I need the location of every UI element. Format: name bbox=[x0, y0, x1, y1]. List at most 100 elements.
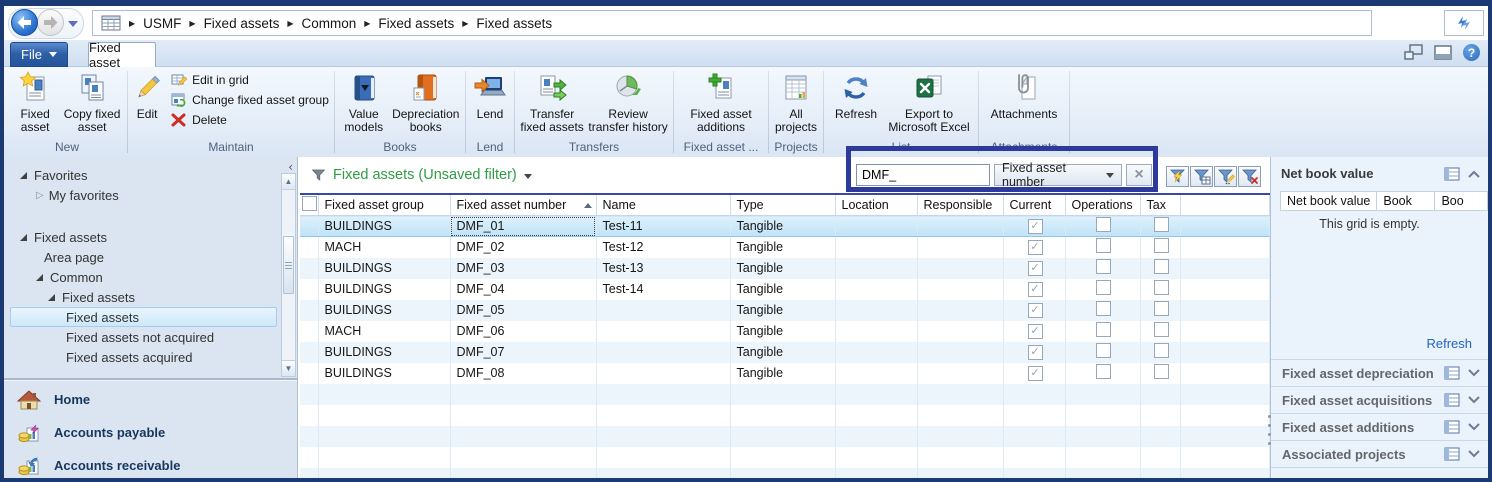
checkbox-tax[interactable] bbox=[1154, 301, 1169, 316]
cell-fixed-asset-group[interactable]: MACH bbox=[318, 237, 450, 258]
cell-filler[interactable] bbox=[1180, 258, 1270, 279]
expanded-twirl-icon[interactable] bbox=[48, 294, 55, 301]
cell-checkbox-tax[interactable] bbox=[1140, 216, 1180, 237]
cell-type[interactable]: Tangible bbox=[730, 216, 835, 237]
expand-chevron-icon[interactable] bbox=[1468, 369, 1480, 377]
cell-responsible[interactable] bbox=[917, 342, 1003, 363]
change-fixed-asset-group-button[interactable]: Change fixed asset group bbox=[166, 90, 334, 110]
open-in-new-workspace-icon[interactable] bbox=[1404, 44, 1423, 61]
scrollbar-thumb[interactable] bbox=[283, 236, 294, 294]
export-to-excel-button[interactable]: Export to Microsoft Excel bbox=[884, 69, 974, 134]
copy-fixed-asset-button[interactable]: Copy fixed asset bbox=[60, 69, 124, 134]
edit-button[interactable]: Edit bbox=[128, 69, 166, 121]
cell-checkbox-current[interactable]: ✓ bbox=[1003, 321, 1065, 342]
col-header-operations[interactable]: Operations bbox=[1065, 195, 1140, 216]
delete-button[interactable]: Delete bbox=[166, 110, 334, 130]
edit-in-grid-button[interactable]: Edit in grid bbox=[166, 70, 334, 90]
navpane-scrollbar[interactable]: ▲ ▼ bbox=[281, 173, 296, 377]
title-dropdown-caret-icon[interactable] bbox=[524, 174, 532, 179]
cell-fixed-asset-number[interactable]: DMF_03 bbox=[450, 258, 596, 279]
cell-fixed-asset-number[interactable]: DMF_06 bbox=[450, 321, 596, 342]
crumb-folder[interactable]: Fixed assets bbox=[378, 16, 454, 31]
cell-fixed-asset-group[interactable]: BUILDINGS bbox=[318, 300, 450, 321]
cell-checkbox-operations[interactable] bbox=[1065, 279, 1140, 300]
cell-fixed-asset-number[interactable]: DMF_04 bbox=[450, 279, 596, 300]
cell-row-selector[interactable] bbox=[300, 258, 318, 279]
cell-responsible[interactable] bbox=[917, 321, 1003, 342]
cell-filler[interactable] bbox=[1180, 321, 1270, 342]
checkbox-operations[interactable] bbox=[1096, 217, 1111, 232]
cell-checkbox-current[interactable]: ✓ bbox=[1003, 279, 1065, 300]
scroll-down-icon[interactable]: ▼ bbox=[282, 360, 295, 376]
collapse-navpane-icon[interactable]: ‹ bbox=[288, 160, 293, 174]
cell-name[interactable]: Test-13 bbox=[596, 258, 730, 279]
cell-location[interactable] bbox=[835, 237, 917, 258]
tree-item-fixed-assets-not-acquired[interactable]: Fixed assets not acquired bbox=[4, 327, 279, 347]
col-header-name[interactable]: Name bbox=[596, 195, 730, 216]
refresh-page-button[interactable] bbox=[1444, 10, 1484, 36]
col-header-tax[interactable]: Tax bbox=[1140, 195, 1180, 216]
cell-fixed-asset-group[interactable]: BUILDINGS bbox=[318, 279, 450, 300]
checkbox-operations[interactable] bbox=[1096, 259, 1111, 274]
fixed-asset-additions-button[interactable]: Fixed asset additions bbox=[686, 69, 756, 134]
cell-fixed-asset-group[interactable]: BUILDINGS bbox=[318, 363, 450, 384]
cell-filler[interactable] bbox=[1180, 237, 1270, 258]
cell-filler[interactable] bbox=[1180, 300, 1270, 321]
cell-checkbox-current[interactable]: ✓ bbox=[1003, 342, 1065, 363]
cell-fixed-asset-number[interactable]: DMF_01 bbox=[450, 216, 596, 237]
expand-chevron-icon[interactable] bbox=[1468, 423, 1480, 431]
tree-item-fixed-assets-folder[interactable]: Fixed assets bbox=[4, 287, 279, 307]
cell-responsible[interactable] bbox=[917, 363, 1003, 384]
checkbox-current[interactable]: ✓ bbox=[1028, 366, 1043, 381]
cell-responsible[interactable] bbox=[917, 300, 1003, 321]
expand-chevron-icon[interactable] bbox=[1468, 450, 1480, 458]
factbox-section-acquisitions[interactable]: Fixed asset acquisitions bbox=[1271, 386, 1488, 413]
factbox-section-depreciation[interactable]: Fixed asset depreciation bbox=[1271, 359, 1488, 386]
open-factbox-grid-icon[interactable] bbox=[1444, 167, 1460, 181]
cell-checkbox-operations[interactable] bbox=[1065, 321, 1140, 342]
transfer-fixed-assets-button[interactable]: Transfer fixed assets bbox=[518, 69, 586, 134]
table-row[interactable]: BUILDINGSDMF_01Test-11Tangible✓ bbox=[300, 216, 1270, 237]
checkbox-operations[interactable] bbox=[1096, 364, 1111, 379]
cell-row-selector[interactable] bbox=[300, 342, 318, 363]
cell-row-selector[interactable] bbox=[300, 300, 318, 321]
recent-pages-caret[interactable] bbox=[68, 21, 78, 27]
checkbox-current[interactable]: ✓ bbox=[1028, 303, 1043, 318]
col-header-location[interactable]: Location bbox=[835, 195, 917, 216]
checkbox-current[interactable]: ✓ bbox=[1028, 345, 1043, 360]
forward-button[interactable] bbox=[37, 9, 64, 36]
cell-checkbox-tax[interactable] bbox=[1140, 342, 1180, 363]
open-factbox-grid-icon[interactable] bbox=[1444, 447, 1460, 461]
cell-name[interactable]: Test-12 bbox=[596, 237, 730, 258]
scroll-up-icon[interactable]: ▲ bbox=[282, 174, 295, 190]
cell-checkbox-current[interactable]: ✓ bbox=[1003, 237, 1065, 258]
cell-row-selector[interactable] bbox=[300, 216, 318, 237]
tree-item-my-favorites[interactable]: ▷ My favorites bbox=[4, 185, 279, 205]
crumb-company[interactable]: USMF bbox=[143, 16, 181, 31]
col-header-responsible[interactable]: Responsible bbox=[917, 195, 1003, 216]
open-factbox-grid-icon[interactable] bbox=[1444, 420, 1460, 434]
table-row[interactable]: BUILDINGSDMF_08Tangible✓ bbox=[300, 363, 1270, 384]
cell-checkbox-tax[interactable] bbox=[1140, 258, 1180, 279]
tree-item-area-page[interactable]: Area page bbox=[4, 247, 279, 267]
cell-fixed-asset-number[interactable]: DMF_02 bbox=[450, 237, 596, 258]
checkbox-current[interactable]: ✓ bbox=[1028, 282, 1043, 297]
open-factbox-grid-icon[interactable] bbox=[1444, 393, 1460, 407]
checkbox-current[interactable]: ✓ bbox=[1028, 261, 1043, 276]
tree-item-fixed-assets-module[interactable]: Fixed assets bbox=[4, 227, 279, 247]
col-header-current[interactable]: Current bbox=[1003, 195, 1065, 216]
cell-location[interactable] bbox=[835, 363, 917, 384]
filter-close-button[interactable]: × bbox=[1126, 164, 1152, 186]
factbox-section-additions[interactable]: Fixed asset additions bbox=[1271, 413, 1488, 440]
cell-row-selector[interactable] bbox=[300, 321, 318, 342]
cell-responsible[interactable] bbox=[917, 279, 1003, 300]
cell-name[interactable] bbox=[596, 321, 730, 342]
cell-row-selector[interactable] bbox=[300, 363, 318, 384]
cell-checkbox-tax[interactable] bbox=[1140, 237, 1180, 258]
cell-location[interactable] bbox=[835, 342, 917, 363]
cell-filler[interactable] bbox=[1180, 363, 1270, 384]
cell-filler[interactable] bbox=[1180, 342, 1270, 363]
fb-col-net-book-value[interactable]: Net book value bbox=[1280, 191, 1377, 211]
cell-row-selector[interactable] bbox=[300, 279, 318, 300]
checkbox-current[interactable]: ✓ bbox=[1028, 219, 1043, 234]
